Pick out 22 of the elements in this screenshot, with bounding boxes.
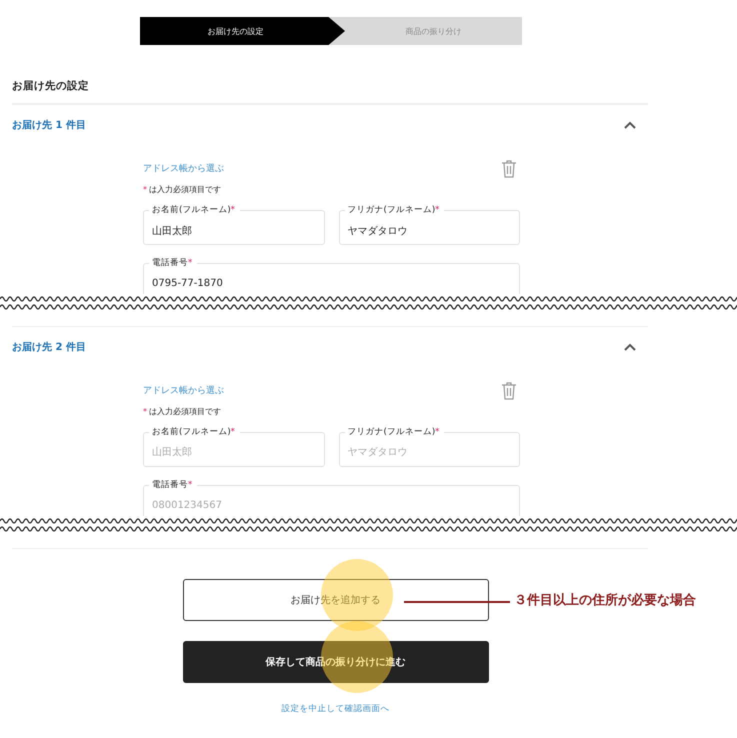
required-note: * は入力必須項目です	[143, 184, 222, 195]
field-label: 電話番号*	[149, 479, 198, 491]
save-continue-button[interactable]: 保存して商品の振り分けに進む	[182, 641, 488, 683]
step-tab[interactable]: お届け先の設定	[140, 17, 345, 45]
required-note: * は入力必須項目です	[143, 406, 222, 417]
trash-icon[interactable]	[501, 159, 517, 178]
page-heading: お届け先の設定	[12, 79, 648, 104]
field-label: お名前(フルネーム)*	[149, 204, 240, 216]
add-destination-button[interactable]: お届け先を追加する	[182, 579, 488, 621]
field-label: フリガナ(フルネーム)*	[344, 204, 444, 216]
section-title: お届け先 1 件目	[12, 118, 86, 132]
field-label: 電話番号*	[149, 257, 198, 269]
chevron-icon[interactable]	[624, 343, 636, 351]
cancel-link[interactable]: 設定を中止して確認画面へ	[282, 703, 390, 715]
field-label: フリガナ(フルネーム)*	[344, 426, 444, 438]
section-title: お届け先 2 件目	[12, 340, 86, 354]
trash-icon[interactable]	[501, 381, 517, 400]
address-book-link[interactable]: アドレス帳から選ぶ	[143, 384, 224, 397]
annotation-text: ３件目以上の住所が必要な場合	[514, 592, 696, 609]
address-book-link[interactable]: アドレス帳から選ぶ	[143, 162, 224, 175]
field-label: お名前(フルネーム)*	[149, 426, 240, 438]
chevron-icon[interactable]	[624, 121, 636, 129]
